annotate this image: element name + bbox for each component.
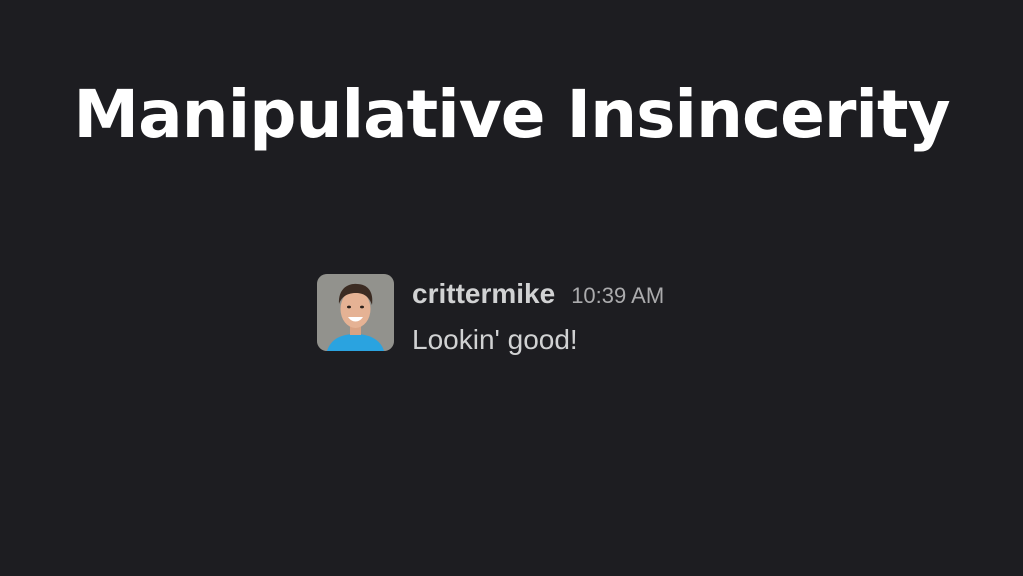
message-text: Lookin' good! [412, 324, 578, 355]
message-header: crittermike 10:39 AM [412, 276, 664, 314]
user-photo-avatar-icon [317, 274, 394, 351]
timestamp[interactable]: 10:39 AM [571, 278, 664, 314]
slide: Manipulative Insincerity crittermike 10:… [0, 0, 1023, 576]
avatar[interactable] [317, 274, 394, 351]
message-body: crittermike 10:39 AM Lookin' good! [412, 276, 664, 360]
chat-message: crittermike 10:39 AM Lookin' good! [317, 274, 664, 360]
username[interactable]: crittermike [412, 276, 555, 312]
slide-title: Manipulative Insincerity [73, 76, 950, 153]
